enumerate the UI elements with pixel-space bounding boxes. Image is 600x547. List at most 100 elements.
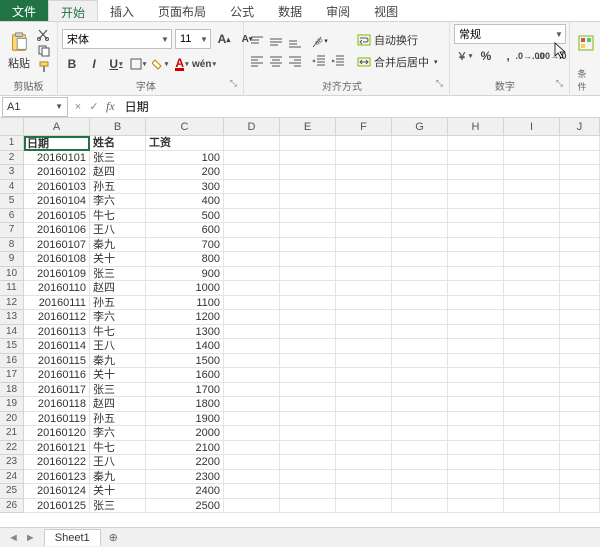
cell[interactable]	[560, 209, 600, 224]
cell[interactable]	[224, 194, 280, 209]
cell[interactable]	[504, 354, 560, 369]
font-dialog-launcher[interactable]: ⤡	[230, 78, 239, 94]
row-header[interactable]: 26	[0, 499, 24, 514]
row-header[interactable]: 19	[0, 397, 24, 412]
cell[interactable]	[224, 470, 280, 485]
cell[interactable]: 赵四	[90, 281, 146, 296]
cell[interactable]: 20160119	[24, 412, 90, 427]
tab-file[interactable]: 文件	[0, 0, 48, 21]
enter-button[interactable]: ✓	[86, 100, 102, 113]
cell[interactable]: 20160114	[24, 339, 90, 354]
cell[interactable]	[336, 151, 392, 166]
cell[interactable]	[504, 325, 560, 340]
cell[interactable]	[224, 136, 280, 151]
orientation-button[interactable]: ab▾	[310, 32, 328, 50]
cell[interactable]	[448, 368, 504, 383]
row-header[interactable]: 17	[0, 368, 24, 383]
cell[interactable]: 姓名	[90, 136, 146, 151]
increase-indent-button[interactable]	[329, 52, 347, 70]
cell[interactable]	[560, 354, 600, 369]
cell[interactable]	[560, 499, 600, 514]
cell[interactable]	[392, 252, 448, 267]
col-header[interactable]: D	[224, 118, 280, 136]
cell[interactable]	[280, 325, 336, 340]
cell[interactable]	[504, 455, 560, 470]
cell[interactable]	[448, 484, 504, 499]
cell[interactable]: 20160116	[24, 368, 90, 383]
cell[interactable]	[392, 383, 448, 398]
cell[interactable]	[392, 136, 448, 151]
cell[interactable]	[448, 209, 504, 224]
cell[interactable]	[336, 397, 392, 412]
cell[interactable]: 孙五	[90, 412, 146, 427]
number-dialog-launcher[interactable]: ⤡	[556, 78, 565, 94]
cell[interactable]	[336, 354, 392, 369]
cell[interactable]	[224, 339, 280, 354]
decrease-indent-button[interactable]	[310, 52, 328, 70]
cell[interactable]	[224, 412, 280, 427]
cell[interactable]	[336, 194, 392, 209]
cell[interactable]	[224, 397, 280, 412]
formula-input[interactable]	[119, 97, 600, 117]
row-header[interactable]: 20	[0, 412, 24, 427]
cell[interactable]	[392, 441, 448, 456]
tab-视图[interactable]: 视图	[362, 0, 410, 21]
cell[interactable]	[560, 339, 600, 354]
cell[interactable]	[224, 180, 280, 195]
cell[interactable]	[504, 484, 560, 499]
cell[interactable]: 2200	[146, 455, 224, 470]
cell[interactable]	[504, 383, 560, 398]
cell[interactable]	[560, 252, 600, 267]
cell[interactable]	[224, 310, 280, 325]
merge-center-button[interactable]: 合并后居中▾	[353, 52, 442, 72]
cell[interactable]	[560, 368, 600, 383]
cell[interactable]: 张三	[90, 151, 146, 166]
cell[interactable]	[560, 325, 600, 340]
cell[interactable]: 20160122	[24, 455, 90, 470]
cell[interactable]: 张三	[90, 383, 146, 398]
cell[interactable]: 王八	[90, 339, 146, 354]
cell[interactable]: 李六	[90, 426, 146, 441]
cell[interactable]	[336, 368, 392, 383]
cell[interactable]	[504, 470, 560, 485]
cell[interactable]: 张三	[90, 499, 146, 514]
col-header[interactable]: J	[560, 118, 600, 136]
cell[interactable]	[280, 412, 336, 427]
cell[interactable]	[504, 281, 560, 296]
cell[interactable]	[448, 281, 504, 296]
cell[interactable]	[280, 136, 336, 151]
cell[interactable]: 赵四	[90, 397, 146, 412]
cell[interactable]	[280, 354, 336, 369]
cell[interactable]: 20160108	[24, 252, 90, 267]
row-header[interactable]: 12	[0, 296, 24, 311]
tab-插入[interactable]: 插入	[98, 0, 146, 21]
cell[interactable]	[280, 339, 336, 354]
cell[interactable]	[504, 426, 560, 441]
cell[interactable]	[336, 136, 392, 151]
cell[interactable]: 1200	[146, 310, 224, 325]
cell[interactable]	[336, 267, 392, 282]
cell[interactable]	[504, 136, 560, 151]
cell[interactable]: 700	[146, 238, 224, 253]
font-size-input[interactable]	[176, 30, 198, 48]
align-center-button[interactable]	[267, 52, 285, 70]
cell[interactable]: 关十	[90, 368, 146, 383]
cell[interactable]: 20160113	[24, 325, 90, 340]
cell[interactable]	[224, 209, 280, 224]
cell[interactable]	[560, 455, 600, 470]
cell[interactable]: 2500	[146, 499, 224, 514]
cell[interactable]	[560, 151, 600, 166]
cell[interactable]	[504, 209, 560, 224]
cell[interactable]	[224, 441, 280, 456]
cell[interactable]	[392, 426, 448, 441]
cell[interactable]	[392, 354, 448, 369]
cell[interactable]	[224, 267, 280, 282]
cell[interactable]	[280, 296, 336, 311]
cell[interactable]	[280, 238, 336, 253]
cell[interactable]: 20160117	[24, 383, 90, 398]
cell[interactable]: 秦九	[90, 354, 146, 369]
cell[interactable]	[336, 499, 392, 514]
row-header[interactable]: 10	[0, 267, 24, 282]
cell[interactable]: 100	[146, 151, 224, 166]
cell[interactable]	[224, 252, 280, 267]
